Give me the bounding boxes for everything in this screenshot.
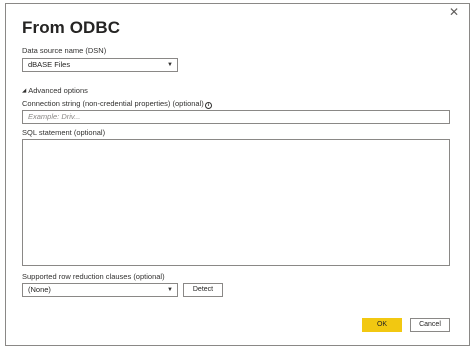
row-reduction-label: Supported row reduction clauses (optiona… (22, 272, 165, 281)
sql-statement-textarea[interactable] (22, 139, 450, 266)
row-reduction-dropdown[interactable]: (None) ▼ (22, 283, 178, 297)
advanced-options-label: Advanced options (28, 86, 88, 95)
cancel-button[interactable]: Cancel (410, 318, 450, 332)
row-reduction-value: (None) (28, 285, 51, 294)
dsn-label: Data source name (DSN) (22, 46, 107, 55)
from-odbc-dialog: ✕ From ODBC Data source name (DSN) dBASE… (5, 3, 470, 346)
connection-string-input[interactable]: Example: Driv... (22, 110, 450, 124)
detect-button[interactable]: Detect (183, 283, 223, 297)
advanced-options-toggle[interactable]: ◢ Advanced options (22, 86, 88, 95)
dsn-dropdown[interactable]: dBASE Files ▼ (22, 58, 178, 72)
connection-string-label: Connection string (non-credential proper… (22, 99, 212, 109)
sql-statement-label: SQL statement (optional) (22, 128, 106, 137)
connection-string-label-text: Connection string (non-credential proper… (22, 99, 204, 108)
collapse-triangle-icon: ◢ (22, 88, 27, 94)
close-icon[interactable]: ✕ (449, 6, 459, 18)
chevron-down-icon: ▼ (167, 62, 173, 68)
connection-string-placeholder: Example: Driv... (28, 112, 81, 121)
dsn-value: dBASE Files (28, 60, 71, 69)
info-icon[interactable]: i (204, 102, 212, 109)
dialog-title: From ODBC (22, 18, 121, 37)
ok-button[interactable]: OK (362, 318, 402, 332)
chevron-down-icon: ▼ (167, 287, 173, 293)
